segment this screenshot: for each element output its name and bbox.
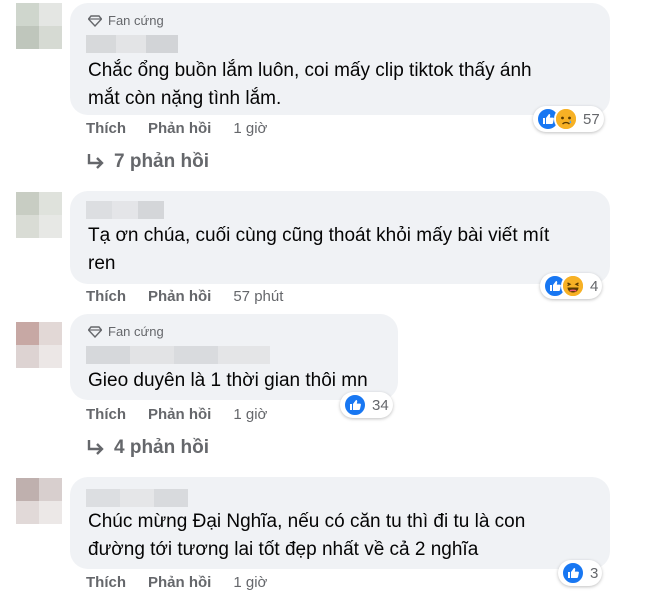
reaction-summary[interactable]: 4	[540, 273, 603, 299]
like-icon	[343, 393, 367, 417]
author-name-blurred[interactable]	[86, 489, 188, 507]
comment-actions: Thích Phản hồi 1 giờ	[86, 120, 267, 137]
avatar[interactable]	[16, 3, 62, 49]
diamond-icon	[88, 14, 102, 27]
reply-button[interactable]: Phản hồi	[148, 288, 211, 305]
view-replies-button[interactable]: 4 phản hồi	[86, 437, 209, 459]
comment-actions: Thích Phản hồi 1 giờ	[86, 574, 267, 591]
reaction-summary[interactable]: 3	[558, 560, 603, 586]
replies-label[interactable]: 4 phản hồi	[114, 437, 209, 459]
timestamp[interactable]: 1 giờ	[233, 406, 267, 423]
comment-bubble: Fan cứng Chắc ổng buồn lắm luôn, coi mấy…	[70, 3, 610, 115]
sad-icon	[554, 107, 578, 131]
fan-badge: Fan cứng	[88, 13, 164, 28]
comment-bubble: Fan cứng Gieo duyên là 1 thời gian thôi …	[70, 314, 398, 400]
reply-button[interactable]: Phản hồi	[148, 406, 211, 423]
view-replies-button[interactable]: 7 phản hồi	[86, 151, 209, 173]
like-button[interactable]: Thích	[86, 288, 126, 305]
timestamp[interactable]: 57 phút	[233, 288, 283, 305]
comment-text-line: mắt còn nặng tình lắm.	[88, 88, 282, 109]
reply-button[interactable]: Phản hồi	[148, 120, 211, 137]
like-button[interactable]: Thích	[86, 406, 126, 423]
comment-bubble: Tạ ơn chúa, cuối cùng cũng thoát khỏi mấ…	[70, 191, 610, 284]
reply-arrow-icon	[87, 440, 104, 455]
reaction-count: 3	[590, 564, 599, 582]
reaction-summary[interactable]: 57	[533, 106, 604, 132]
reply-arrow-icon	[87, 154, 104, 169]
comment-text: Chắc ổng buồn lắm luôn, coi mấy clip tik…	[88, 57, 532, 113]
avatar[interactable]	[16, 322, 62, 368]
comment-text: Chúc mừng Đại Nghĩa, nếu có căn tu thì đ…	[88, 508, 525, 564]
timestamp[interactable]: 1 giờ	[233, 120, 267, 137]
timestamp[interactable]: 1 giờ	[233, 574, 267, 591]
badge-label: Fan cứng	[108, 13, 164, 28]
comment-actions: Thích Phản hồi 1 giờ	[86, 406, 267, 423]
author-name-blurred[interactable]	[86, 201, 164, 219]
avatar[interactable]	[16, 192, 62, 238]
comment-text-line: Chắc ổng buồn lắm luôn, coi mấy clip tik…	[88, 60, 532, 81]
reaction-count: 4	[590, 277, 599, 295]
reaction-count: 57	[583, 110, 600, 128]
like-button[interactable]: Thích	[86, 120, 126, 137]
comment-text-line: đường tới tương lai tốt đẹp nhất về cả 2…	[88, 539, 479, 560]
comment-bubble: Chúc mừng Đại Nghĩa, nếu có căn tu thì đ…	[70, 477, 610, 569]
avatar[interactable]	[16, 478, 62, 524]
comment-text: Tạ ơn chúa, cuối cùng cũng thoát khỏi mấ…	[88, 222, 549, 278]
reply-button[interactable]: Phản hồi	[148, 574, 211, 591]
author-name-blurred[interactable]	[86, 346, 270, 364]
comment-text-line: Chúc mừng Đại Nghĩa, nếu có căn tu thì đ…	[88, 511, 526, 532]
badge-label: Fan cứng	[108, 324, 164, 339]
reaction-summary[interactable]: 34	[340, 392, 393, 418]
author-name-blurred[interactable]	[86, 35, 178, 53]
replies-label[interactable]: 7 phản hồi	[114, 151, 209, 173]
comment-text-line: ren	[88, 253, 116, 274]
comment-text: Gieo duyên là 1 thời gian thôi mn	[88, 367, 368, 395]
like-button[interactable]: Thích	[86, 574, 126, 591]
reaction-count: 34	[372, 396, 389, 414]
fan-badge: Fan cứng	[88, 324, 164, 339]
diamond-icon	[88, 325, 102, 338]
comment-text-line: Gieo duyên là 1 thời gian thôi mn	[88, 370, 368, 391]
like-icon	[561, 561, 585, 585]
haha-icon	[561, 274, 585, 298]
comment-text-line: Tạ ơn chúa, cuối cùng cũng thoát khỏi mấ…	[88, 225, 550, 246]
comment-actions: Thích Phản hồi 57 phút	[86, 288, 283, 305]
